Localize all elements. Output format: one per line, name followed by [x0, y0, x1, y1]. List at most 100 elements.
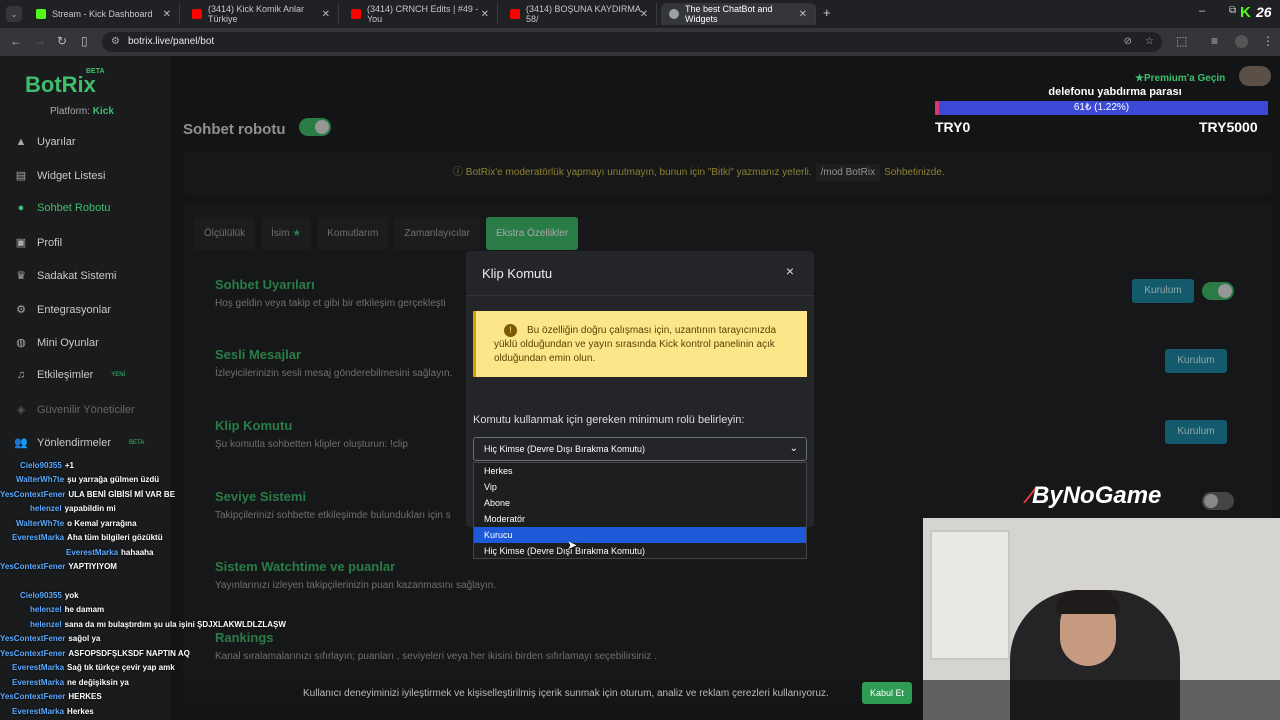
mouse-cursor-icon: ➤: [567, 538, 578, 552]
restore-icon[interactable]: ⧉: [1229, 5, 1236, 16]
tab-title: The best ChatBot and Widgets: [685, 4, 773, 24]
chat-username[interactable]: Cielo90355: [20, 461, 62, 470]
chat-username[interactable]: EverestMarka: [66, 548, 118, 557]
cookie-text: Kullanıcı deneyiminizi iyileştirmek ve k…: [303, 688, 829, 699]
bookmark-star-icon[interactable]: ☆: [1145, 32, 1154, 52]
sidebar-item-yonlendirmeler[interactable]: 👥 Yönlendirmeler BETA: [14, 436, 144, 450]
chat-username[interactable]: YesContextFener: [0, 692, 65, 701]
new-tab-icon[interactable]: +: [823, 5, 831, 20]
chat-message: EverestMarka Aha tüm bilgileri gözüktü: [12, 533, 163, 542]
sidebar-item-sohbet-robotu[interactable]: ● Sohbet Robotu: [14, 202, 111, 214]
role-select-value: Hiç Kimse (Devre Dışı Bırakma Komutu): [484, 444, 646, 454]
media-icon[interactable]: ≡: [1211, 34, 1218, 48]
chat-message: EverestMarka Sağ tık türkçe çevir yap amk: [12, 663, 175, 672]
close-tab-icon[interactable]: ✕: [640, 9, 648, 20]
premium-link[interactable]: ★Premium'a Geçin: [1135, 73, 1225, 84]
chat-username[interactable]: EverestMarka: [12, 663, 64, 672]
chat-username[interactable]: EverestMarka: [12, 707, 64, 716]
chat-username[interactable]: YesContextFener: [0, 562, 65, 571]
url-text: botrix.live/panel/bot: [128, 36, 215, 47]
tab-title: (3414) CRNCH Edits | #49 - You: [367, 4, 479, 24]
close-tab-icon[interactable]: ✕: [163, 9, 171, 20]
close-icon[interactable]: ×: [786, 263, 794, 279]
sidebar-item-label: Uyarılar: [37, 136, 76, 148]
avatar[interactable]: [1239, 66, 1271, 86]
browser-tab[interactable]: Stream - Kick Dashboard ✕: [28, 3, 180, 25]
role-select[interactable]: Hiç Kimse (Devre Dışı Bırakma Komutu) ⌄: [473, 437, 807, 461]
browser-tab-strip: ⌄ Stream - Kick Dashboard ✕ (3414) Kick K…: [0, 0, 1280, 28]
browser-tab[interactable]: (3414) CRNCH Edits | #49 - You ✕: [343, 3, 498, 25]
sidebar-item-profil[interactable]: ▣ Profil: [14, 236, 62, 250]
chat-username[interactable]: WalterWh7te: [16, 519, 64, 528]
star-icon: ★: [1135, 73, 1144, 84]
chevron-down-icon: ⌄: [789, 443, 798, 454]
youtube-favicon-icon: [351, 9, 361, 19]
minimize-icon[interactable]: –: [1199, 5, 1205, 17]
role-option-kurucu[interactable]: Kurucu: [474, 527, 806, 543]
donation-goal-text: 61₺ (1.22%): [1073, 102, 1130, 113]
close-tab-icon[interactable]: ✕: [481, 9, 489, 20]
role-option-moderator[interactable]: Moderatör: [474, 511, 806, 527]
browser-tab[interactable]: (3414) Kick Komik Anlar Türkiye ✕: [184, 3, 339, 25]
chat-text: sağol ya: [68, 634, 101, 643]
sidebar-item-label: Güvenilir Yöneticiler: [37, 403, 135, 416]
chat-message: EverestMarka ne değişiksin ya: [12, 678, 129, 687]
chat-text: ULA BENİ GİBİSİ Mİ VAR BE: [68, 490, 176, 499]
role-label: Komutu kullanmak için gereken minimum ro…: [473, 414, 745, 426]
chat-username[interactable]: Cielo90355: [20, 591, 62, 600]
site-info-icon[interactable]: ⚙: [111, 32, 120, 52]
chat-message: helenzel yapabildin mi: [30, 504, 116, 513]
sidebar-item-label: Entegrasyonlar: [37, 303, 111, 316]
menu-icon[interactable]: ⋮: [1262, 34, 1274, 48]
role-option-hic-kimse[interactable]: Hiç Kimse (Devre Dışı Bırakma Komutu): [474, 543, 806, 559]
donation-goal-min: TRY0: [935, 119, 971, 135]
close-tab-icon[interactable]: ✕: [322, 9, 330, 20]
sidebar-item-etkilesimler[interactable]: ♫ Etkileşimler YENİ: [14, 369, 125, 381]
close-tab-icon[interactable]: ✕: [799, 9, 807, 20]
chat-username[interactable]: WalterWh7te: [16, 475, 64, 484]
chat-username[interactable]: helenzel: [30, 620, 62, 629]
chat-username[interactable]: EverestMarka: [12, 678, 64, 687]
chat-message: EverestMarka Herkes: [12, 707, 94, 716]
role-option-vip[interactable]: Vip: [474, 479, 806, 495]
chat-username[interactable]: helenzel: [30, 504, 62, 513]
botrix-logo[interactable]: BotRix: [25, 72, 96, 98]
chat-message: WalterWh7te şu yarrağa gülmen üzdü: [16, 475, 159, 484]
music-icon: ♫: [16, 369, 26, 381]
widget-icon: ▤: [15, 170, 27, 182]
address-bar[interactable]: ⚙ botrix.live/panel/bot ⊘ ☆: [102, 32, 1162, 52]
chat-username[interactable]: YesContextFener: [0, 634, 65, 643]
browser-tab[interactable]: (3414) BOŞUNA KAYDIRMA 58/✕: [502, 3, 657, 25]
chat-text: ne değişiksin ya: [67, 678, 129, 687]
sidebar-item-entegrasyonlar[interactable]: ⚙ Entegrasyonlar: [14, 303, 111, 317]
overlay-toggle[interactable]: [1202, 492, 1234, 510]
chat-message: YesContextFener YAPTIYIYOM: [0, 562, 117, 571]
sidebar-item-guvenilir[interactable]: ◈ Güvenilir Yöneticiler: [14, 403, 135, 417]
chat-message: helenzel he damam: [30, 605, 104, 614]
back-icon[interactable]: ←: [10, 34, 22, 48]
cookie-accept-button[interactable]: Kabul Et: [862, 682, 912, 704]
sidebar-item-sadakat[interactable]: ♛ Sadakat Sistemi: [14, 269, 116, 283]
reload-icon[interactable]: ↻: [57, 34, 67, 48]
sidebar-item-mini-oyunlar[interactable]: ◍ Mini Oyunlar: [14, 336, 99, 350]
role-option-abone[interactable]: Abone: [474, 495, 806, 511]
browser-tab-active[interactable]: The best ChatBot and Widgets ✕: [661, 3, 816, 25]
tab-search-icon[interactable]: ⌄: [6, 6, 22, 22]
chat-username[interactable]: YesContextFener: [0, 490, 65, 499]
role-option-herkes[interactable]: Herkes: [474, 463, 806, 479]
profile-avatar-icon[interactable]: [1235, 35, 1248, 48]
sidepanel-icon[interactable]: ▯: [81, 34, 88, 48]
sidebar-item-widget-listesi[interactable]: ▤ Widget Listesi: [14, 169, 106, 183]
chat-username[interactable]: EverestMarka: [12, 533, 64, 542]
youtube-favicon-icon: [510, 9, 520, 19]
chat-username[interactable]: YesContextFener: [0, 649, 65, 658]
forward-icon[interactable]: →: [34, 34, 46, 48]
chat-text: hahaaha: [121, 548, 154, 557]
eye-off-icon[interactable]: ⊘: [1124, 32, 1132, 52]
chat-username[interactable]: helenzel: [30, 605, 62, 614]
tab-title: Stream - Kick Dashboard: [52, 9, 153, 19]
sidebar-item-uyarilar[interactable]: ▲ Uyarılar: [14, 136, 76, 148]
chat-text: Sağ tık türkçe çevir yap amk: [67, 663, 175, 672]
extensions-icon[interactable]: ⬚: [1176, 34, 1187, 48]
chat-text: YAPTIYIYOM: [68, 562, 117, 571]
